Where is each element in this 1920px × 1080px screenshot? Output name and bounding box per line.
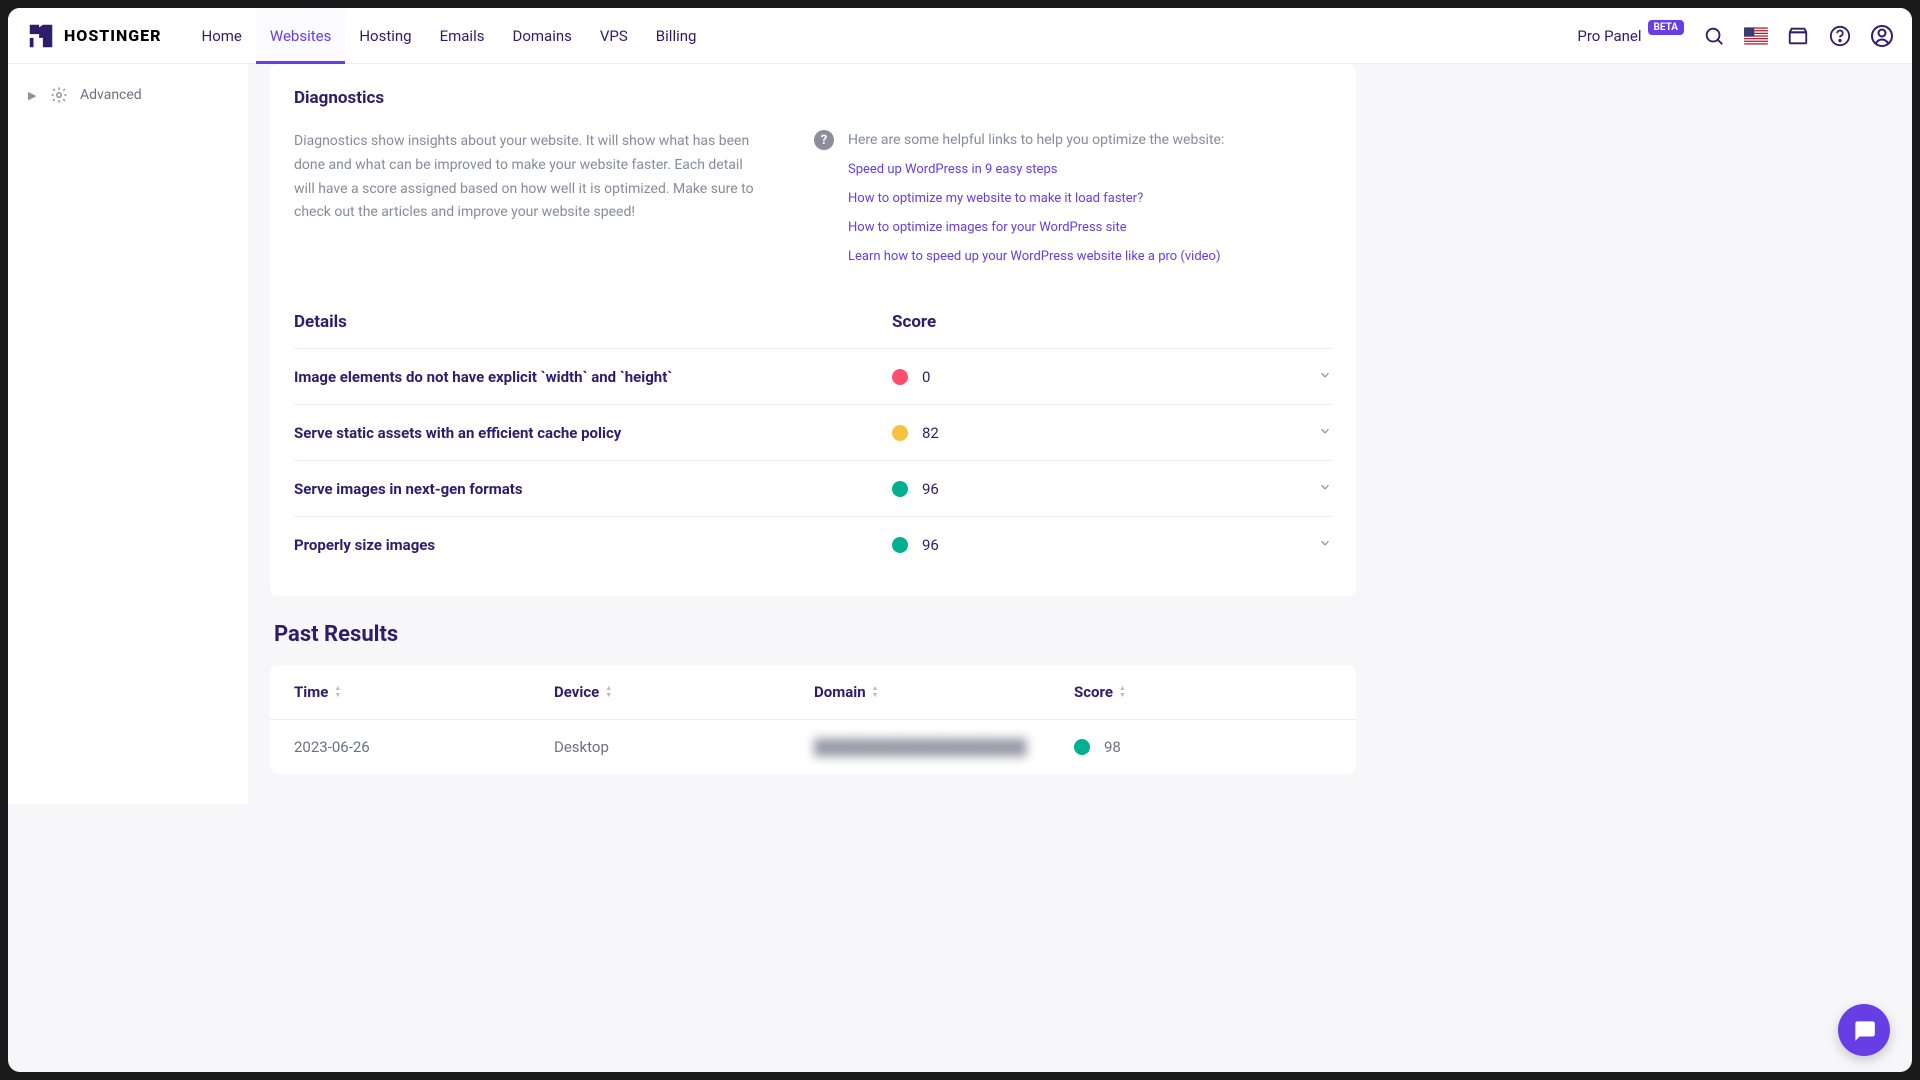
diagnostics-title: Diagnostics <box>294 88 1332 108</box>
sidebar: ▶ Advanced <box>8 64 248 804</box>
pro-panel-label: Pro Panel <box>1577 27 1641 45</box>
pro-panel-link[interactable]: Pro Panel BETA <box>1577 27 1684 45</box>
cell-time: 2023-06-26 <box>294 738 554 756</box>
sort-icon: ▲▼ <box>605 685 612 699</box>
sort-icon: ▲▼ <box>872 685 879 699</box>
chevron-down-icon <box>1318 367 1332 386</box>
sidebar-item-label: Advanced <box>80 87 142 103</box>
score-dot-icon <box>892 537 908 553</box>
nav-vps[interactable]: VPS <box>586 8 642 64</box>
diagnostic-label: Serve images in next-gen formats <box>294 480 523 498</box>
th-label: Score <box>1074 683 1113 701</box>
logo-text: HOSTINGER <box>64 26 162 45</box>
question-icon: ? <box>814 130 834 150</box>
help-link[interactable]: Speed up WordPress in 9 easy steps <box>848 162 1332 177</box>
score-value: 96 <box>922 480 939 498</box>
th-label: Device <box>554 683 599 701</box>
nav-home[interactable]: Home <box>188 8 256 64</box>
diagnostic-row[interactable]: Serve static assets with an efficient ca… <box>294 404 1332 460</box>
help-intro: Here are some helpful links to help you … <box>848 132 1224 148</box>
logo[interactable]: HOSTINGER <box>26 21 162 51</box>
chevron-down-icon <box>1318 423 1332 442</box>
chat-widget-button[interactable] <box>1838 1004 1890 1056</box>
hostinger-logo-icon <box>26 21 56 51</box>
nav-websites[interactable]: Websites <box>256 8 345 64</box>
th-score[interactable]: Score ▲▼ <box>1074 683 1332 701</box>
sort-icon: ▲▼ <box>1119 685 1126 699</box>
nav-hosting[interactable]: Hosting <box>345 8 425 64</box>
sort-icon: ▲▼ <box>334 685 341 699</box>
gear-icon <box>50 86 68 104</box>
cell-domain-redacted: ████████████████████ <box>814 738 1027 756</box>
score-value: 0 <box>922 368 930 386</box>
nav-emails[interactable]: Emails <box>426 8 499 64</box>
nav-domains[interactable]: Domains <box>498 8 585 64</box>
diagnostic-label: Image elements do not have explicit `wid… <box>294 368 672 386</box>
search-icon[interactable] <box>1702 24 1726 48</box>
score-dot-icon <box>1074 739 1090 755</box>
shopping-icon[interactable] <box>1786 24 1810 48</box>
diagnostic-row[interactable]: Serve images in next-gen formats 96 <box>294 460 1332 516</box>
help-link[interactable]: Learn how to speed up your WordPress web… <box>848 249 1332 264</box>
diagnostics-description: Diagnostics show insights about your web… <box>294 130 764 278</box>
th-device[interactable]: Device ▲▼ <box>554 683 814 701</box>
chevron-down-icon <box>1318 479 1332 498</box>
th-domain[interactable]: Domain ▲▼ <box>814 683 1074 701</box>
help-link[interactable]: How to optimize my website to make it lo… <box>848 191 1332 206</box>
cell-device: Desktop <box>554 738 814 756</box>
score-dot-icon <box>892 481 908 497</box>
score-dot-icon <box>892 425 908 441</box>
diagnostic-label: Properly size images <box>294 536 435 554</box>
diagnostic-row[interactable]: Image elements do not have explicit `wid… <box>294 348 1332 404</box>
help-link[interactable]: How to optimize images for your WordPres… <box>848 220 1332 235</box>
beta-badge: BETA <box>1648 20 1685 35</box>
th-time[interactable]: Time ▲▼ <box>294 683 554 701</box>
account-icon[interactable] <box>1870 24 1894 48</box>
details-header: Details <box>294 312 347 332</box>
score-header: Score <box>892 312 1332 332</box>
score-dot-icon <box>892 369 908 385</box>
chevron-down-icon <box>1318 535 1332 554</box>
help-icon[interactable] <box>1828 24 1852 48</box>
diagnostic-label: Serve static assets with an efficient ca… <box>294 424 621 442</box>
nav-billing[interactable]: Billing <box>642 8 711 64</box>
table-row: 2023-06-26 Desktop ████████████████████ … <box>270 720 1356 774</box>
past-results-title: Past Results <box>274 622 1356 647</box>
cell-score: 98 <box>1104 738 1121 756</box>
th-label: Time <box>294 683 328 701</box>
chevron-right-icon: ▶ <box>28 89 38 102</box>
th-label: Domain <box>814 683 866 701</box>
score-value: 82 <box>922 424 939 442</box>
score-value: 96 <box>922 536 939 554</box>
diagnostic-row[interactable]: Properly size images 96 <box>294 516 1332 572</box>
language-flag-icon[interactable] <box>1744 24 1768 48</box>
main-nav: Home Websites Hosting Emails Domains VPS… <box>188 8 711 64</box>
sidebar-item-advanced[interactable]: ▶ Advanced <box>8 76 248 114</box>
